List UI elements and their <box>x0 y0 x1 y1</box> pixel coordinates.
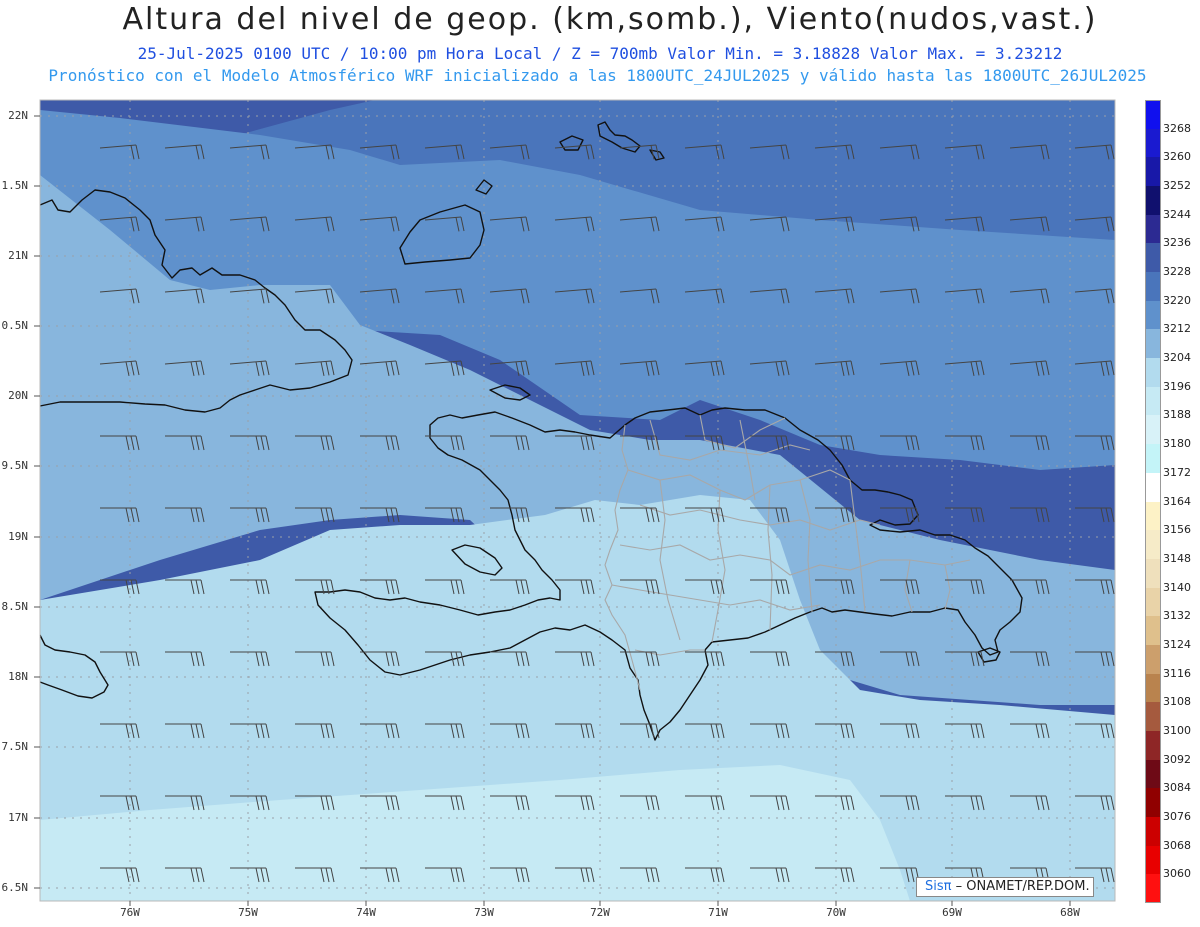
lon-label-4: 72W <box>590 906 610 919</box>
colorbar-label-5: 3228 <box>1163 265 1191 279</box>
colorbar-label-20: 3108 <box>1163 695 1191 709</box>
credit-agency: – ONAMET/REP.DOM. <box>955 879 1090 894</box>
colorbar-label-18: 3124 <box>1163 637 1191 651</box>
lon-label-7: 69W <box>942 906 962 919</box>
colorbar-label-2: 3252 <box>1163 179 1191 193</box>
lon-label-2: 74W <box>356 906 376 919</box>
colorbar-label-0: 3268 <box>1163 121 1191 135</box>
lon-label-5: 71W <box>708 906 728 919</box>
lat-label-7: 8.5N <box>1 600 29 613</box>
lat-label-6: 19N <box>8 530 28 543</box>
colorbar-label-4: 3236 <box>1163 236 1191 250</box>
colorbar-label-3: 3244 <box>1163 207 1191 221</box>
lat-label-2: 21N <box>8 249 28 262</box>
colorbar-label-7: 3212 <box>1163 322 1191 336</box>
lon-label-0: 76W <box>120 906 140 919</box>
colorbar-label-9: 3196 <box>1163 379 1191 393</box>
colorbar-label-13: 3164 <box>1163 494 1191 508</box>
colorbar-label-10: 3188 <box>1163 408 1191 422</box>
lon-label-6: 70W <box>826 906 846 919</box>
colorbar-frame <box>1145 100 1161 903</box>
colorbar-label-15: 3148 <box>1163 551 1191 565</box>
lat-label-0: 22N <box>8 109 28 122</box>
colorbar-label-11: 3180 <box>1163 437 1191 451</box>
lat-label-4: 20N <box>8 389 28 402</box>
colorbar-label-6: 3220 <box>1163 293 1191 307</box>
colorbar-label-17: 3132 <box>1163 609 1191 623</box>
lat-label-10: 17N <box>8 811 28 824</box>
lat-label-5: 9.5N <box>1 459 29 472</box>
lon-label-1: 75W <box>238 906 258 919</box>
lat-label-1: 1.5N <box>1 179 29 192</box>
colorbar-label-19: 3116 <box>1163 666 1191 680</box>
colorbar-label-1: 3260 <box>1163 150 1191 164</box>
colorbar-label-25: 3068 <box>1163 838 1191 852</box>
colorbar-label-24: 3076 <box>1163 809 1191 823</box>
colorbar-label-22: 3092 <box>1163 752 1191 766</box>
lat-label-9: 7.5N <box>1 740 29 753</box>
colorbar-label-23: 3084 <box>1163 781 1191 795</box>
colorbar-label-14: 3156 <box>1163 523 1191 537</box>
credit-sis: Sisπ <box>925 879 952 894</box>
colorbar-label-8: 3204 <box>1163 351 1191 365</box>
lat-label-11: 6.5N <box>1 881 29 894</box>
colorbar-label-12: 3172 <box>1163 465 1191 479</box>
forecast-map <box>34 99 1116 906</box>
credit-box: Sisπ – ONAMET/REP.DOM. <box>916 877 1094 897</box>
colorbar-label-21: 3100 <box>1163 723 1191 737</box>
lat-label-3: 0.5N <box>1 319 29 332</box>
colorbar-label-26: 3060 <box>1163 867 1191 881</box>
lon-label-8: 68W <box>1060 906 1080 919</box>
lon-label-3: 73W <box>474 906 494 919</box>
colorbar-label-16: 3140 <box>1163 580 1191 594</box>
lat-label-8: 18N <box>8 670 28 683</box>
